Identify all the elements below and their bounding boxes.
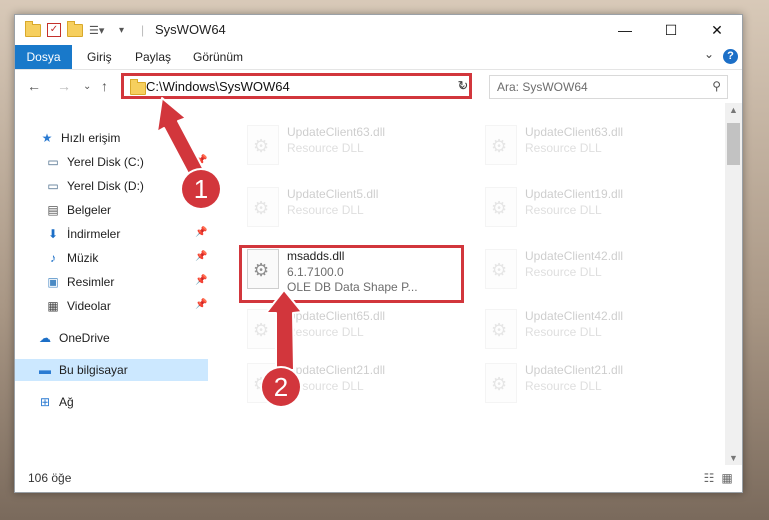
arrow-2 (265, 289, 303, 371)
arrow-1 (156, 97, 205, 178)
step-2-badge: 2 (262, 368, 300, 406)
step-1-badge: 1 (182, 170, 220, 208)
annotation-arrows (156, 97, 303, 371)
